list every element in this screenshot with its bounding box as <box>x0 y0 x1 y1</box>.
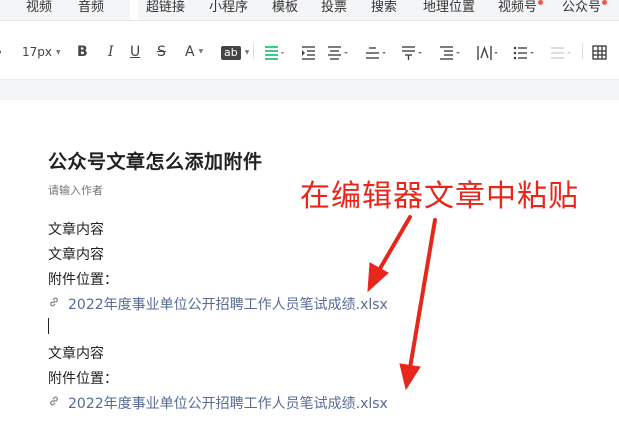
line-spacing-button[interactable] <box>365 43 389 61</box>
insert-location[interactable]: 地理位置 <box>423 0 475 15</box>
background-color-button[interactable]: ab ▼ <box>221 43 249 61</box>
numbered-list-button[interactable] <box>550 43 574 61</box>
article-editor[interactable]: 公众号文章怎么添加附件 文章内容 文章内容 附件位置： 2022年度事业单位公开… <box>0 100 619 440</box>
chevron-down-icon: ▼ <box>244 48 250 56</box>
insert-vote[interactable]: 投票 <box>321 0 347 15</box>
bulleted-list-icon <box>513 46 534 60</box>
letter-spacing-button[interactable] <box>477 43 501 61</box>
insert-search[interactable]: 搜索 <box>371 0 397 15</box>
letter-spacing-icon <box>477 45 498 60</box>
insert-video[interactable]: 视频 <box>26 0 52 15</box>
indent-icon <box>302 46 315 60</box>
toolbar-separator <box>582 43 583 59</box>
background-color-label: ab <box>221 46 241 60</box>
annotation-arrow-1 <box>376 215 412 274</box>
official-account-badge-dot <box>602 0 607 5</box>
indent-button[interactable] <box>301 43 317 61</box>
align-button[interactable] <box>264 43 286 61</box>
channels-badge-dot <box>538 0 543 5</box>
insert-menu-bar: i 视频 音频 超链接 小程序 模板 投票 搜索 地理位置 视频号 公众号 <box>0 0 619 21</box>
toolbar-edge-icon[interactable] <box>0 43 3 61</box>
numbered-list-icon <box>551 47 571 59</box>
list-spacing-button[interactable] <box>439 43 463 61</box>
annotation-arrows <box>367 215 437 391</box>
align-icon <box>265 46 284 60</box>
font-color-label: A <box>185 44 195 60</box>
bulleted-list-button[interactable] <box>513 43 537 61</box>
chevron-down-icon: ▼ <box>198 48 204 55</box>
table-button[interactable] <box>592 43 608 61</box>
editor-top-gap <box>0 80 619 100</box>
toolbar-separator <box>253 43 254 59</box>
bold-button[interactable]: B <box>77 43 88 61</box>
justify-button[interactable] <box>327 43 351 61</box>
insert-channels[interactable]: 视频号 <box>498 0 537 15</box>
paragraph-spacing-icon <box>402 46 422 60</box>
table-icon <box>592 45 607 60</box>
line-spacing-icon <box>366 47 386 59</box>
italic-button[interactable]: I <box>108 43 114 61</box>
justify-icon <box>328 46 348 60</box>
insert-menu-divider <box>130 0 138 20</box>
chevron-down-icon: ▼ <box>56 48 61 56</box>
insert-official-account[interactable]: 公众号 <box>562 0 601 15</box>
annotation-arrow-2 <box>408 218 437 370</box>
annotation-arrowhead-2 <box>399 363 421 391</box>
font-size-value: 17px <box>22 45 52 59</box>
strikethrough-button[interactable]: S <box>157 43 166 61</box>
insert-hyperlink[interactable]: 超链接 <box>146 0 185 15</box>
underline-button[interactable]: U <box>130 43 140 61</box>
insert-mini-program[interactable]: 小程序 <box>209 0 248 15</box>
insert-audio[interactable]: 音频 <box>78 0 104 15</box>
format-toolbar: 17px ▼ B I U S A ▼ ab ▼ <box>0 21 619 80</box>
font-size-select[interactable]: 17px ▼ <box>22 43 61 61</box>
annotation-arrowhead-1 <box>367 262 389 293</box>
font-color-button[interactable]: A ▼ <box>185 43 203 61</box>
paragraph-spacing-button[interactable] <box>401 43 425 61</box>
insert-template[interactable]: 模板 <box>272 0 298 15</box>
list-spacing-icon <box>440 46 460 60</box>
